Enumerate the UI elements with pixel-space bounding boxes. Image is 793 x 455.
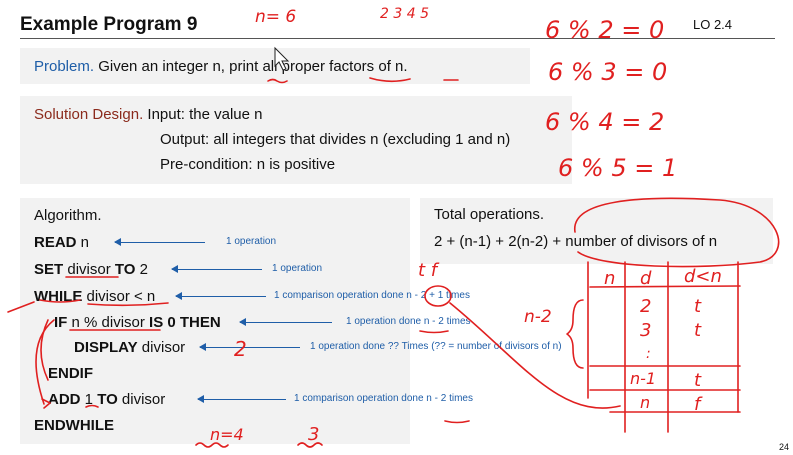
solution-input-line: Solution Design. Input: the value n xyxy=(34,106,263,123)
algo-line-set: SET divisor TO 2 xyxy=(34,261,148,278)
keyword-to: TO xyxy=(114,261,136,278)
note-add: 1 comparison operation done n - 2 times xyxy=(294,393,473,404)
ink-underline-n-if xyxy=(419,330,449,334)
solution-input: Input: the value n xyxy=(147,106,263,123)
note-if: 1 operation done n - 2 times xyxy=(346,316,471,327)
solution-precondition: Pre-condition: n is positive xyxy=(160,156,336,173)
ink-table-header-d: d xyxy=(640,268,652,289)
ink-table-header-rule xyxy=(589,285,741,288)
ink-mod-2: 6 % 3 = 0 xyxy=(548,58,667,86)
solution-output: Output: all integers that divides n (exc… xyxy=(160,131,511,148)
ink-table-n: n xyxy=(640,393,650,412)
problem-label: Problem. xyxy=(34,58,95,75)
arrow-note-4 xyxy=(239,318,332,326)
algo-line-if: IF n % divisor IS 0 THEN xyxy=(54,314,221,331)
problem-text: Given an integer n, print all proper fac… xyxy=(98,58,408,75)
arrow-note-6 xyxy=(197,395,286,403)
arrow-note-3 xyxy=(175,292,266,300)
title-rule xyxy=(20,38,775,39)
ink-n-equals-6: n= 6 xyxy=(255,7,296,27)
ink-table-f: f xyxy=(694,394,703,415)
ink-mod-4: 6 % 5 = 1 xyxy=(558,154,677,182)
ink-mod-1: 6 % 2 = 0 xyxy=(545,16,664,44)
ink-connector xyxy=(449,302,621,409)
ink-table-dots: : xyxy=(646,346,651,362)
ink-table-header-dn: d<n xyxy=(684,266,722,287)
algo-line-while: WHILE divisor < n xyxy=(34,288,155,305)
note-display: 1 operation done ?? Times (?? = number o… xyxy=(310,341,562,352)
learning-outcome-label: LO 2.4 xyxy=(693,17,733,32)
note-read: 1 operation xyxy=(226,236,277,247)
read-var: n xyxy=(76,234,90,251)
algo-line-add: ADD 1 TO divisor xyxy=(48,391,165,408)
ink-table-t-1: t xyxy=(694,296,702,317)
ink-table-d-2: 2 xyxy=(640,296,651,317)
solution-box: Solution Design. Input: the value n Outp… xyxy=(20,96,572,184)
algorithm-heading: Algorithm. xyxy=(34,207,102,224)
add-var: divisor xyxy=(117,391,166,408)
ink-table-n-minus-1: n-1 xyxy=(630,369,656,388)
ink-table-d-3: 3 xyxy=(640,320,651,341)
set-var: divisor xyxy=(63,261,115,278)
keyword-endif: ENDIF xyxy=(48,365,93,382)
total-formula: 2 + (n-1) + 2(n-2) + number of divisors … xyxy=(434,233,718,250)
problem-statement: Problem. Given an integer n, print all p… xyxy=(34,58,408,75)
keyword-endwhile: ENDWHILE xyxy=(34,417,114,434)
page-number: 24 xyxy=(778,442,789,452)
ink-brace xyxy=(566,299,584,369)
ink-table-t-2: t xyxy=(694,320,702,341)
ink-n-minus-2: n-2 xyxy=(524,307,552,327)
algo-line-display: DISPLAY divisor xyxy=(74,339,185,356)
keyword-read: READ xyxy=(34,234,77,251)
if-condition: n % divisor xyxy=(67,314,150,331)
arrow-note-2 xyxy=(171,265,262,273)
display-var: divisor xyxy=(137,339,186,356)
solution-label: Solution Design. xyxy=(34,106,144,123)
ink-underline-n-2 xyxy=(444,420,470,424)
algo-line-endwhile: ENDWHILE xyxy=(34,417,114,434)
ink-table-t-3: t xyxy=(694,370,702,391)
keyword-to-2: TO xyxy=(97,391,118,408)
while-condition: divisor < n xyxy=(82,288,156,305)
algo-line-read: READ n xyxy=(34,234,89,251)
add-value: 1 xyxy=(80,391,98,408)
ink-table-header-n: n xyxy=(604,268,615,289)
note-while: 1 comparison operation done n - 2 + 1 ti… xyxy=(274,290,470,301)
keyword-if: IF xyxy=(54,314,68,331)
keyword-add: ADD xyxy=(48,391,81,408)
arrow-note-5 xyxy=(199,343,300,351)
arrow-note-1 xyxy=(114,238,205,246)
keyword-display: DISPLAY xyxy=(74,339,138,356)
keyword-is-then: IS 0 THEN xyxy=(149,314,221,331)
total-heading: Total operations. xyxy=(434,206,545,223)
total-box: Total operations. 2 + (n-1) + 2(n-2) + n… xyxy=(420,198,773,264)
slide-title: Example Program 9 xyxy=(20,14,198,35)
keyword-set: SET xyxy=(34,261,64,278)
algo-line-endif: ENDIF xyxy=(48,365,93,382)
set-value: 2 xyxy=(135,261,148,278)
problem-box: Problem. Given an integer n, print all p… xyxy=(20,48,530,84)
note-set: 1 operation xyxy=(272,263,323,274)
ink-digits: 2 3 4 5 xyxy=(380,6,429,22)
keyword-while: WHILE xyxy=(34,288,83,305)
